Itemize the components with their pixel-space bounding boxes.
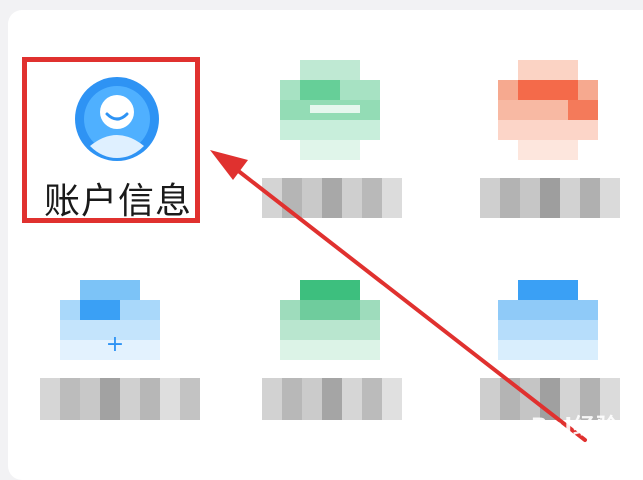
blurred-orange-icon (498, 60, 598, 160)
grid-item-2[interactable] (262, 60, 422, 230)
highlight-box (22, 57, 200, 223)
blurred-green-icon (280, 280, 380, 360)
grid-item-4[interactable]: + (40, 280, 210, 430)
grid-item-5[interactable] (262, 280, 422, 430)
blurred-blue-add-icon: + (60, 280, 160, 360)
baidu-watermark: Bai经验 jingyan.baidu.com (517, 409, 619, 454)
blurred-label (40, 378, 200, 420)
grid-item-6[interactable] (480, 280, 643, 430)
blurred-label (262, 178, 402, 218)
blurred-label (262, 378, 402, 420)
blurred-label (480, 178, 620, 218)
blurred-green-icon (280, 60, 380, 160)
blurred-blue-icon (498, 280, 598, 360)
watermark-url: jingyan.baidu.com (517, 441, 619, 454)
watermark-brand: Bai经验 (530, 415, 619, 440)
grid-item-3[interactable] (480, 60, 643, 230)
